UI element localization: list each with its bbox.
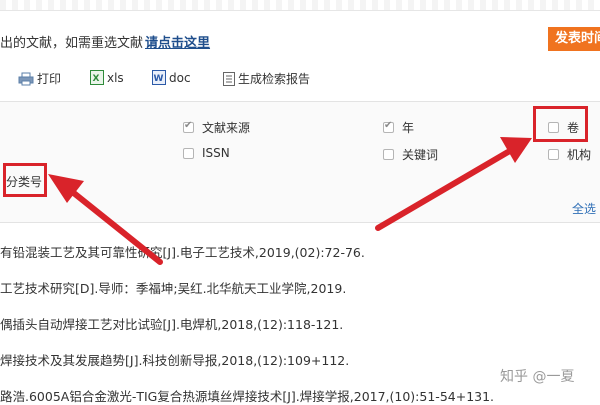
watermark: 知乎 @一夏 xyxy=(500,369,575,385)
arrow-to-volume xyxy=(375,137,532,231)
arrow-to-classno xyxy=(48,174,163,265)
annotation-arrows xyxy=(48,137,532,265)
